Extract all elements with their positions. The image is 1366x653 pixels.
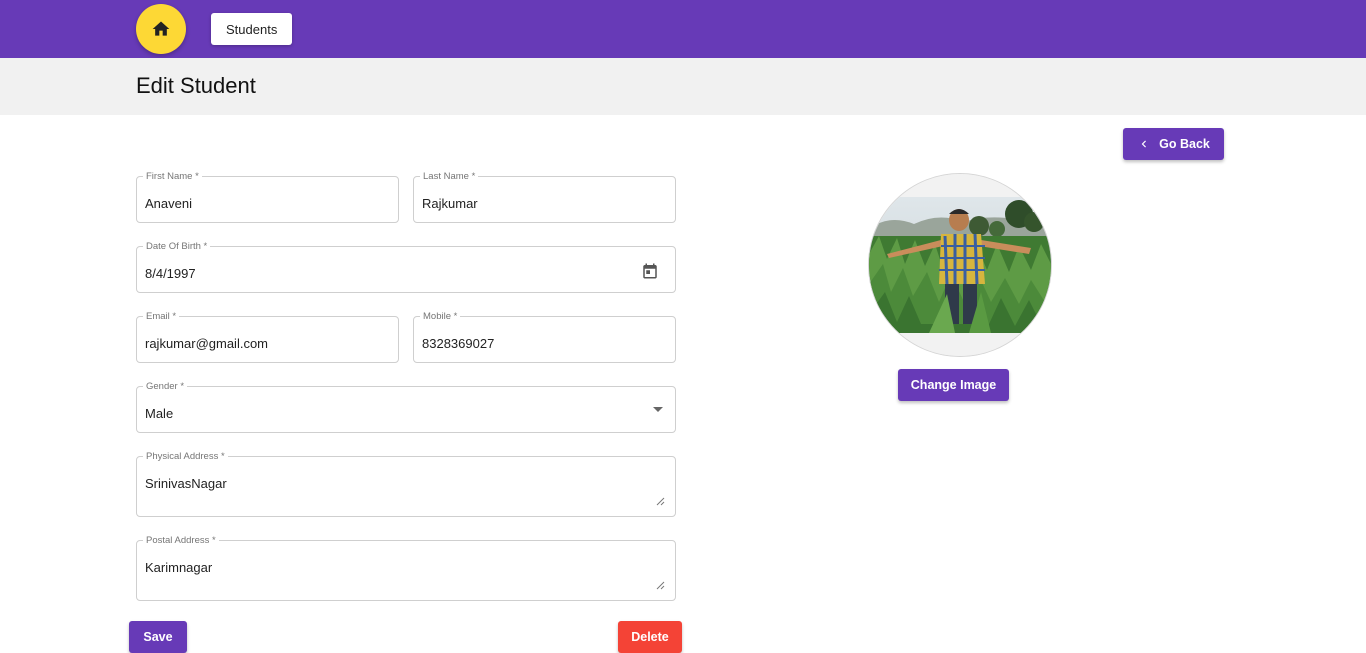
mobile-value: 8328369027 (422, 336, 495, 351)
physical-address-value: SrinivasNagar (145, 476, 227, 491)
students-nav-button[interactable]: Students (211, 13, 293, 45)
gender-value: Male (145, 406, 174, 421)
date-of-birth-field[interactable]: Date Of Birth * 8/4/1997 (136, 241, 676, 293)
change-image-button[interactable]: Change Image (898, 369, 1009, 401)
resize-handle-icon[interactable] (656, 581, 665, 590)
page-title: Edit Student (136, 73, 256, 98)
delete-button[interactable]: Delete (618, 621, 682, 653)
save-button[interactable]: Save (129, 621, 187, 653)
gender-select[interactable]: Gender * Male (136, 381, 676, 433)
first-name-field[interactable]: First Name * Anaveni (136, 171, 399, 223)
dropdown-arrow-icon[interactable] (653, 407, 663, 412)
postal-address-field[interactable]: Postal Address * Karimnagar (136, 535, 676, 601)
postal-address-value: Karimnagar (145, 560, 213, 575)
postal-address-label: Postal Address * (143, 535, 219, 546)
date-of-birth-value: 8/4/1997 (145, 266, 196, 281)
email-label: Email * (143, 311, 180, 322)
email-field[interactable]: Email * rajkumar@gmail.com (136, 311, 399, 363)
gender-label: Gender * (143, 381, 188, 392)
date-of-birth-label: Date Of Birth * (143, 241, 211, 252)
last-name-field[interactable]: Last Name * Rajkumar (413, 171, 676, 223)
first-name-value: Anaveni (145, 196, 192, 211)
student-photo (869, 174, 1051, 356)
page-header: Edit Student (0, 58, 1366, 115)
home-icon (152, 21, 170, 36)
calendar-icon[interactable] (641, 262, 659, 280)
go-back-label: Go Back (1159, 137, 1210, 151)
student-avatar (868, 173, 1052, 357)
last-name-label: Last Name * (420, 171, 479, 182)
home-button[interactable] (136, 4, 186, 54)
chevron-left-icon (1141, 140, 1147, 148)
physical-address-label: Physical Address * (143, 451, 228, 462)
mobile-label: Mobile * (420, 311, 461, 322)
physical-address-field[interactable]: Physical Address * SrinivasNagar (136, 451, 676, 517)
last-name-value: Rajkumar (422, 196, 478, 211)
first-name-label: First Name * (143, 171, 202, 182)
email-value: rajkumar@gmail.com (145, 336, 268, 351)
go-back-button[interactable]: Go Back (1123, 128, 1224, 160)
mobile-field[interactable]: Mobile * 8328369027 (413, 311, 676, 363)
resize-handle-icon[interactable] (656, 497, 665, 506)
top-app-bar: Students (0, 0, 1366, 58)
